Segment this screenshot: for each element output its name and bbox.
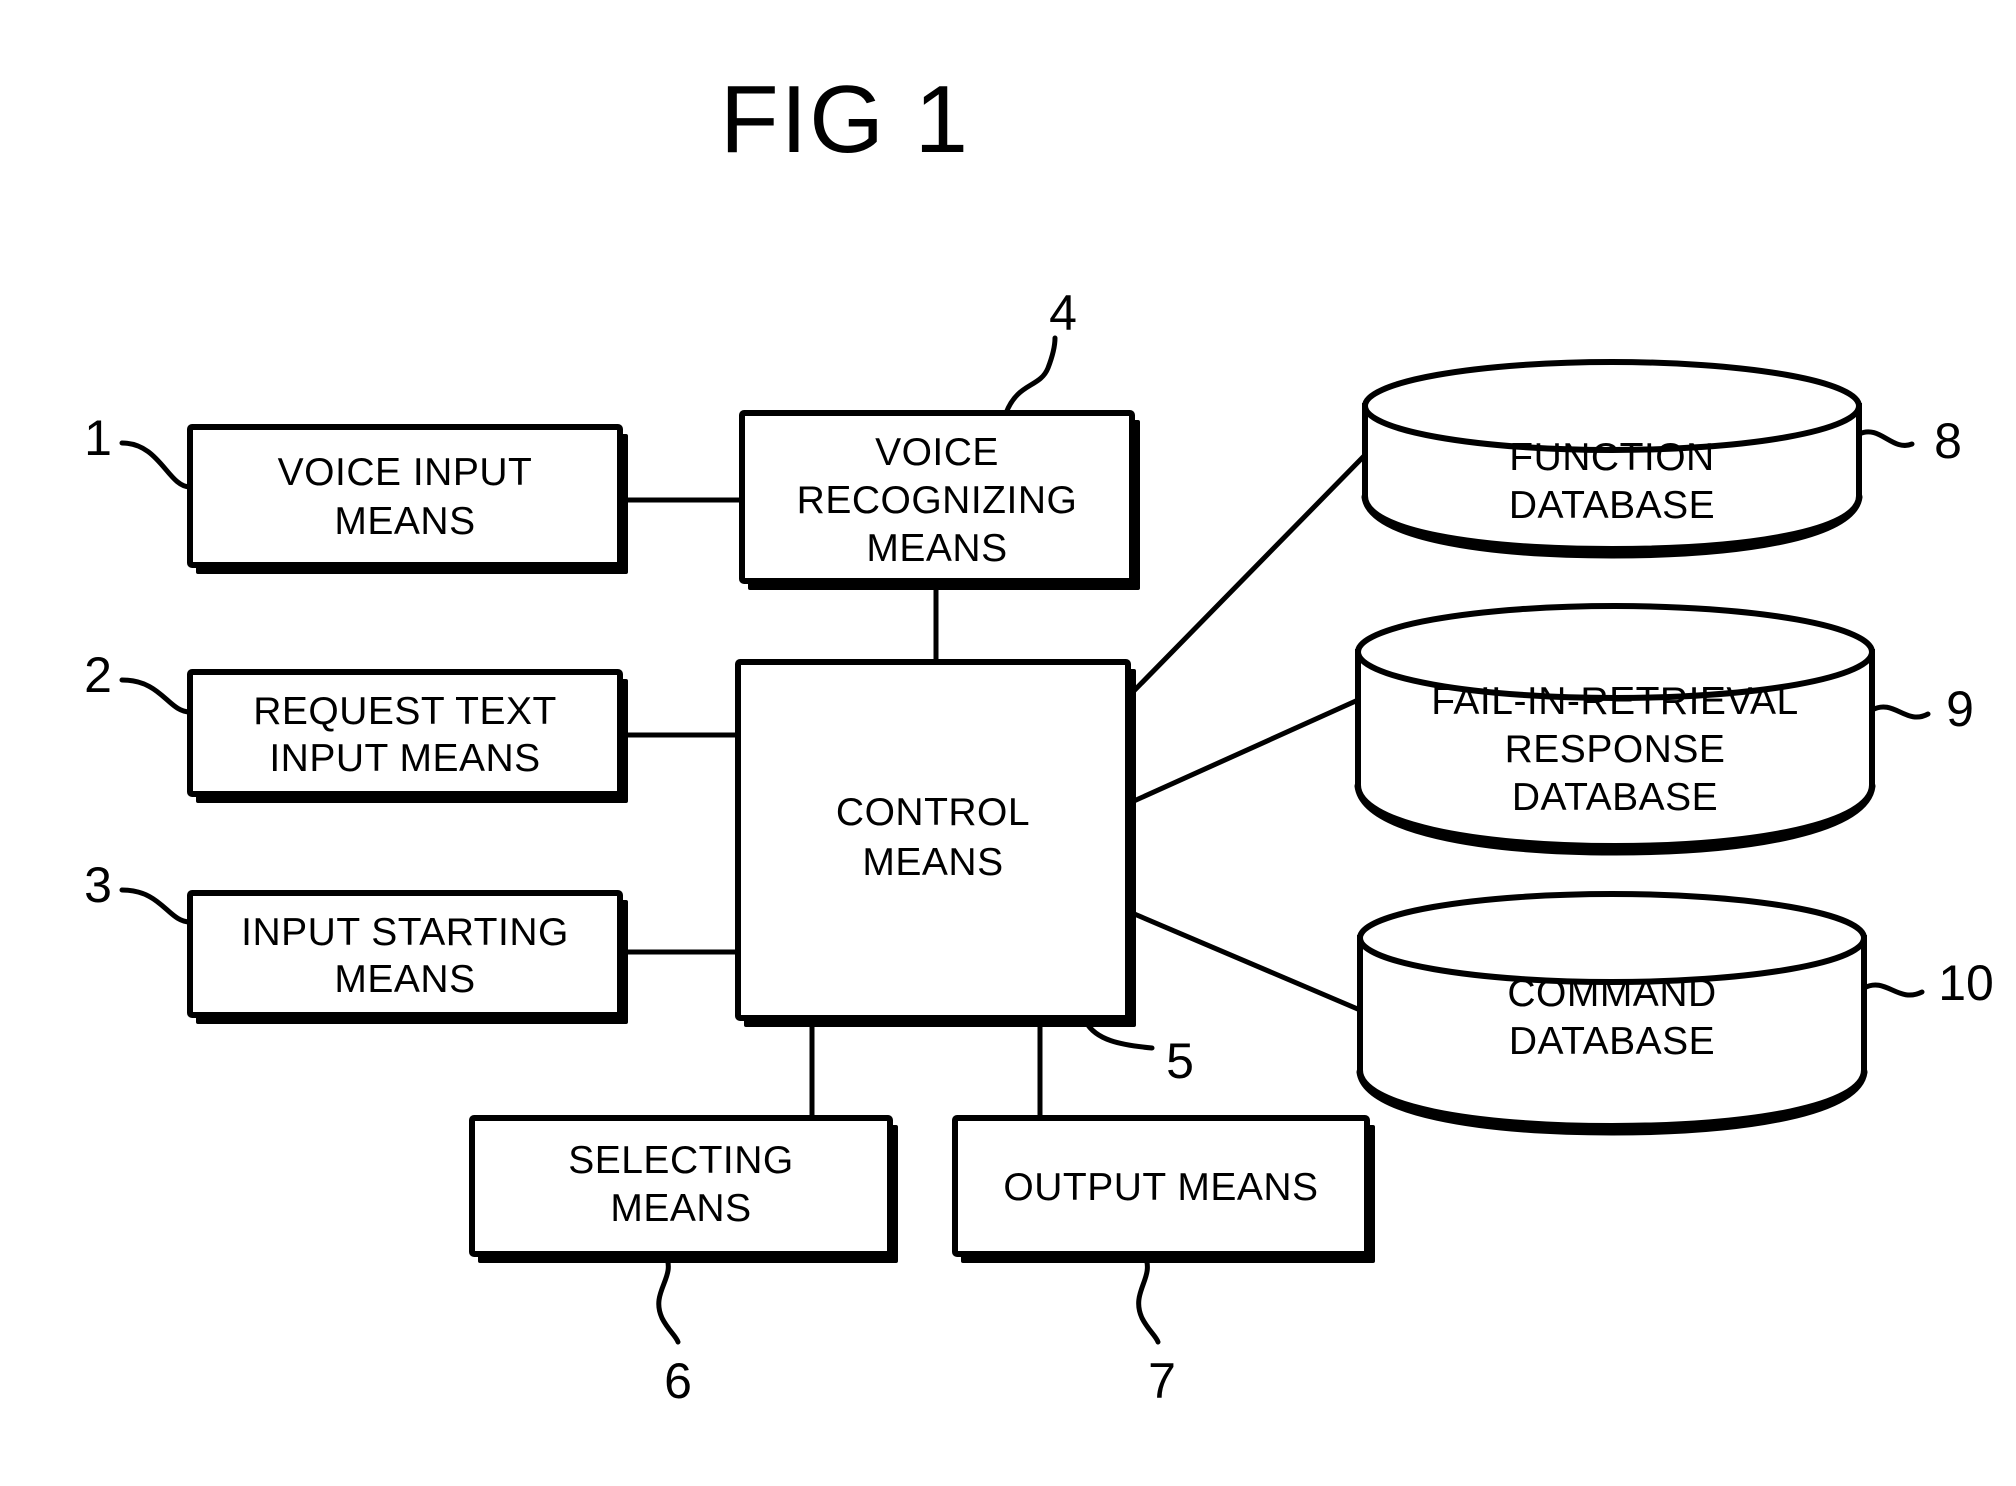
voice-recognizing-label-line3: MEANS xyxy=(866,527,1007,570)
function-db-label-line1: FUNCTION xyxy=(1509,436,1714,479)
node-input-starting-means[interactable]: INPUT STARTING MEANS 3 xyxy=(84,857,628,1024)
leader-line-3 xyxy=(119,887,193,925)
node-voice-recognizing-means[interactable]: VOICE RECOGNIZING MEANS 4 xyxy=(739,285,1140,590)
node-function-database[interactable]: FUNCTION DATABASE 8 xyxy=(1361,359,1962,559)
selecting-label-line2: MEANS xyxy=(610,1187,751,1230)
input-starting-label-line2: MEANS xyxy=(334,958,475,1001)
command-db-top xyxy=(1357,891,1867,985)
request-text-label-line1: REQUEST TEXT xyxy=(253,690,557,733)
ref-number-10: 10 xyxy=(1938,955,1994,1011)
node-control-means[interactable]: CONTROL MEANS 5 xyxy=(735,659,1194,1089)
request-text-label-line2: INPUT MEANS xyxy=(269,737,540,780)
voice-input-label-line1: VOICE INPUT xyxy=(278,451,533,494)
command-db-label-line1: COMMAND xyxy=(1507,972,1716,1015)
leader-line-9 xyxy=(1869,704,1931,720)
fail-db-label-line2: RESPONSE xyxy=(1505,728,1726,771)
node-fail-in-retrieval-response-database[interactable]: FAIL-IN-RETRIEVAL RESPONSE DATABASE 9 xyxy=(1354,603,1974,856)
control-label-line2: MEANS xyxy=(862,841,1003,884)
ref-number-8: 8 xyxy=(1934,413,1962,469)
voice-input-label-line2: MEANS xyxy=(334,500,475,543)
function-db-label-line2: DATABASE xyxy=(1509,484,1715,527)
leader-line-10 xyxy=(1861,982,1925,998)
fail-db-label-line3: DATABASE xyxy=(1512,776,1718,819)
node-command-database[interactable]: COMMAND DATABASE 10 xyxy=(1356,891,1994,1136)
voice-input-box[interactable] xyxy=(187,424,623,568)
figure-page: FIG 1 VOICE INPUT MEANS 1 REQUEST TEXT I… xyxy=(0,0,2016,1486)
leader-line-1 xyxy=(119,440,193,490)
leader-line-6 xyxy=(656,1253,681,1345)
control-label-line1: CONTROL xyxy=(836,791,1030,834)
figure-title: FIG 1 xyxy=(720,66,970,173)
figure-canvas: FIG 1 VOICE INPUT MEANS 1 REQUEST TEXT I… xyxy=(84,66,1994,1409)
ref-number-9: 9 xyxy=(1946,681,1974,737)
node-request-text-input-means[interactable]: REQUEST TEXT INPUT MEANS 2 xyxy=(84,647,628,803)
leader-line-2 xyxy=(119,677,193,715)
node-selecting-means[interactable]: SELECTING MEANS 6 xyxy=(469,1115,898,1409)
node-output-means[interactable]: OUTPUT MEANS 7 xyxy=(952,1115,1375,1409)
node-voice-input-means[interactable]: VOICE INPUT MEANS 1 xyxy=(84,410,628,574)
ref-number-3: 3 xyxy=(84,857,112,913)
ref-number-6: 6 xyxy=(664,1353,692,1409)
voice-recognizing-label-line1: VOICE xyxy=(875,431,999,474)
output-label-line1: OUTPUT MEANS xyxy=(1003,1166,1318,1209)
connector-control-to-command-db xyxy=(1124,907,1361,1013)
voice-recognizing-label-line2: RECOGNIZING xyxy=(797,479,1078,522)
fail-db-label-line1: FAIL-IN-RETRIEVAL xyxy=(1431,680,1799,723)
ref-number-1: 1 xyxy=(84,410,112,466)
connector-control-to-function-db xyxy=(1123,453,1367,702)
leader-line-8 xyxy=(1856,429,1915,448)
connector-control-to-fail-db xyxy=(1123,697,1360,808)
leader-line-7 xyxy=(1136,1253,1161,1345)
leader-line-4 xyxy=(1003,335,1058,416)
ref-number-7: 7 xyxy=(1148,1353,1176,1409)
control-box[interactable] xyxy=(735,659,1131,1021)
selecting-label-line1: SELECTING xyxy=(568,1139,794,1182)
ref-number-5: 5 xyxy=(1166,1033,1194,1089)
input-starting-label-line1: INPUT STARTING xyxy=(241,911,569,954)
ref-number-4: 4 xyxy=(1049,285,1077,341)
ref-number-2: 2 xyxy=(84,647,112,703)
command-db-label-line2: DATABASE xyxy=(1509,1020,1715,1063)
